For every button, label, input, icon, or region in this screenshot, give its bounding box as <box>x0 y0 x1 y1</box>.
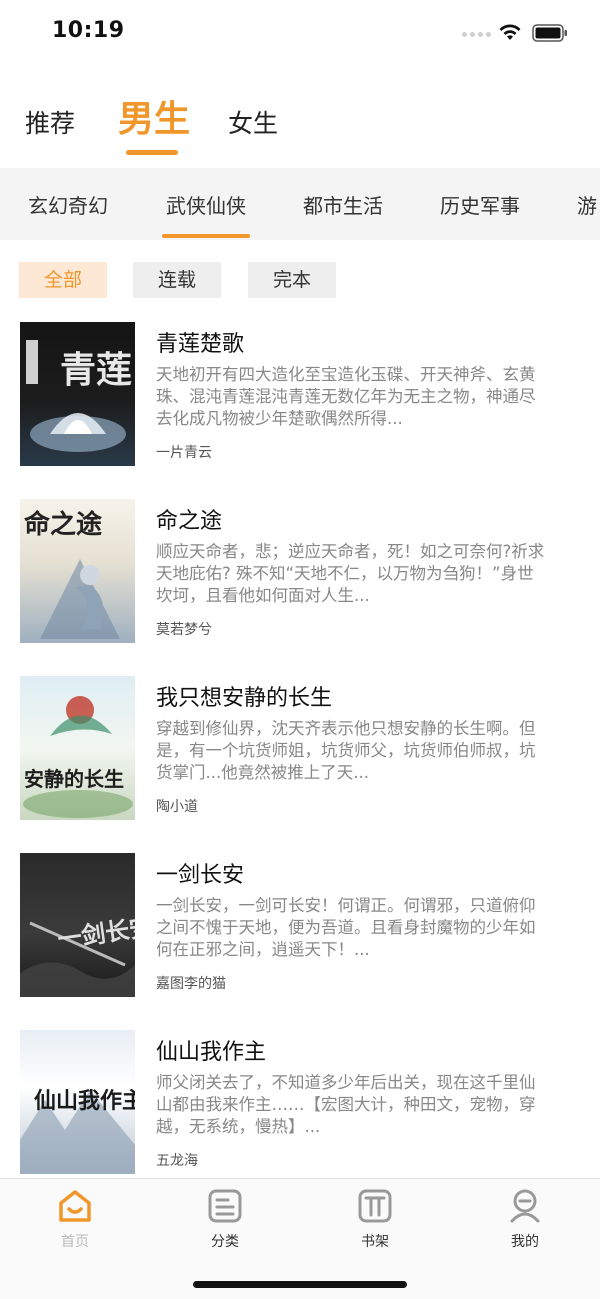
cover-art: 安静的长生 <box>23 696 133 818</box>
battery-icon <box>532 24 567 42</box>
book-cover[interactable]: 仙山我作主 <box>20 1030 135 1174</box>
book-title[interactable]: 我只想安静的长生 <box>156 680 332 712</box>
cover-art: 青莲 <box>26 340 132 452</box>
cover-art: 命之途 <box>24 509 120 639</box>
book-item[interactable]: 青莲 青莲楚歌 天地初开有四大造化至宝造化玉碟、开天神斧、玄黄珠、混沌青莲混沌青… <box>0 322 600 472</box>
bookshelf-icon <box>358 1189 392 1223</box>
home-icon <box>59 1190 91 1222</box>
category-xuanhuan[interactable]: 玄幻奇幻 <box>28 190 108 219</box>
book-author: 一片青云 <box>156 445 212 461</box>
signal-dots-icon <box>462 32 492 38</box>
status-bar: 10:19 <box>0 0 600 66</box>
book-author: 嘉图李的猫 <box>156 976 226 992</box>
book-item[interactable]: 命之途 命之途 顺应天命者，悲；逆应天命者，死！如之可奈何?祈求天地庇佑? 殊不… <box>0 499 600 649</box>
tab-label: 书架 <box>361 1234 389 1250</box>
filter-chips: 全部 连载 完本 <box>0 262 600 298</box>
category-icon <box>208 1189 242 1223</box>
book-title[interactable]: 一剑长安 <box>156 857 244 889</box>
tab-bookshelf[interactable]: 书架 <box>300 1179 450 1259</box>
active-category-indicator <box>162 234 250 238</box>
tab-female[interactable]: 女生 <box>228 104 278 140</box>
book-item[interactable]: 安静的长生 我只想安静的长生 穿越到修仙界，沈天齐表示他只想安静的长生啊。但是，… <box>0 676 600 826</box>
book-title[interactable]: 命之途 <box>156 503 222 535</box>
gender-tabs: 推荐 男生 女生 <box>0 86 600 168</box>
book-description: 穿越到修仙界，沈天齐表示他只想安静的长生啊。但是，有一个坑货师姐，坑货师父，坑货… <box>156 719 536 782</box>
book-cover[interactable]: 青莲 <box>20 322 135 466</box>
profile-icon <box>510 1189 540 1223</box>
filter-all[interactable]: 全部 <box>19 262 107 298</box>
cover-title-text: 青莲 <box>60 349 132 391</box>
book-title[interactable]: 仙山我作主 <box>156 1034 266 1066</box>
tab-home[interactable]: 首页 <box>0 1179 150 1259</box>
tab-recommend[interactable]: 推荐 <box>25 104 75 140</box>
book-description: 师父闭关去了，不知道多少年后出关，现在这千里仙山都由我来作主……【宏图大计，种田… <box>156 1073 536 1136</box>
cover-title-text: 仙山我作主 <box>34 1088 135 1114</box>
book-author: 陶小道 <box>156 799 198 815</box>
book-author: 五龙海 <box>156 1153 198 1169</box>
filter-serializing[interactable]: 连载 <box>133 262 221 298</box>
book-cover[interactable]: 一剑长安 <box>20 853 135 997</box>
category-history[interactable]: 历史军事 <box>440 190 520 219</box>
home-indicator <box>193 1281 407 1288</box>
category-game[interactable]: 游 <box>577 190 597 219</box>
category-wuxia[interactable]: 武侠仙侠 <box>166 190 246 219</box>
bottom-tab-bar: 首页 分类 书架 我的 <box>0 1178 600 1299</box>
category-urban[interactable]: 都市生活 <box>303 190 383 219</box>
category-bar: 玄幻奇幻 武侠仙侠 都市生活 历史军事 游 <box>0 168 600 240</box>
tab-category[interactable]: 分类 <box>150 1179 300 1259</box>
tab-label: 分类 <box>211 1234 239 1250</box>
cover-title-text: 安静的长生 <box>24 767 124 791</box>
cover-art: 仙山我作主 <box>20 1088 135 1174</box>
book-list: 青莲 青莲楚歌 天地初开有四大造化至宝造化玉碟、开天神斧、玄黄珠、混沌青莲混沌青… <box>0 322 600 1178</box>
book-item[interactable]: 一剑长安 一剑长安 一剑长安，一剑可长安！何谓正。何谓邪，只道俯仰之间不愧于天地… <box>0 853 600 1003</box>
book-author: 莫若梦兮 <box>156 622 212 638</box>
status-time: 10:19 <box>52 18 125 43</box>
tab-label: 我的 <box>511 1234 539 1250</box>
book-description: 天地初开有四大造化至宝造化玉碟、开天神斧、玄黄珠、混沌青莲混沌青莲无数亿年为无主… <box>156 365 536 428</box>
tab-profile[interactable]: 我的 <box>450 1179 600 1259</box>
cover-art: 一剑长安 <box>20 912 135 997</box>
cover-title-text: 命之途 <box>24 509 103 540</box>
book-title[interactable]: 青莲楚歌 <box>156 326 244 358</box>
active-tab-indicator <box>126 150 178 155</box>
book-cover[interactable]: 安静的长生 <box>20 676 135 820</box>
wifi-icon <box>499 24 521 40</box>
filter-completed[interactable]: 完本 <box>248 262 336 298</box>
cover-title-text: 一剑长安 <box>56 912 135 954</box>
book-cover[interactable]: 命之途 <box>20 499 135 643</box>
book-description: 顺应天命者，悲；逆应天命者，死！如之可奈何?祈求天地庇佑? 殊不知“天地不仁，以… <box>156 542 545 605</box>
tab-label: 首页 <box>61 1234 89 1250</box>
book-item[interactable]: 仙山我作主 仙山我作主 师父闭关去了，不知道多少年后出关，现在这千里仙山都由我来… <box>0 1030 600 1178</box>
book-description: 一剑长安，一剑可长安！何谓正。何谓邪，只道俯仰之间不愧于天地，便为吾道。且看身封… <box>156 896 536 959</box>
tab-male[interactable]: 男生 <box>118 90 190 142</box>
